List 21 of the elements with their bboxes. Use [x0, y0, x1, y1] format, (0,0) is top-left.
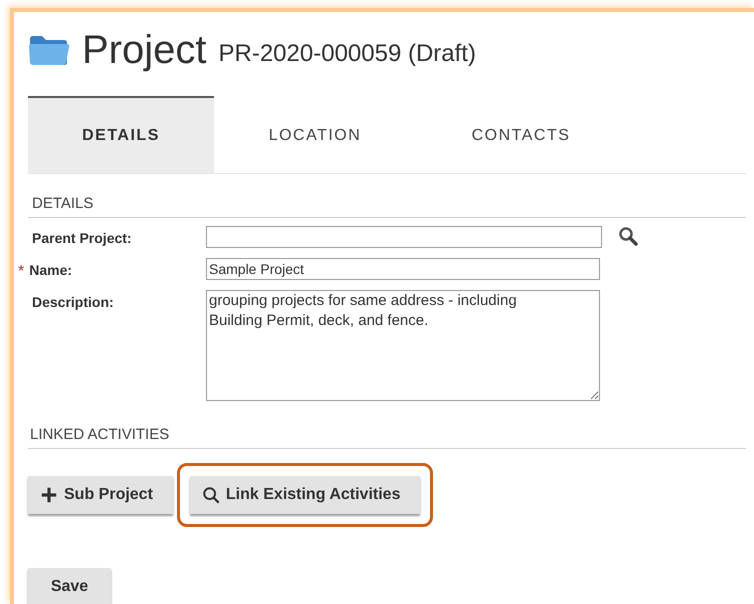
search-icon [202, 486, 220, 504]
tab[interactable]: LOCATION [214, 96, 416, 173]
page-title: Project [82, 30, 206, 70]
section-heading: DETAILS [31, 195, 94, 212]
record-number: PR-2020-000059 (Draft) [218, 42, 476, 66]
tab[interactable]: DETAILS [28, 96, 214, 173]
save-button[interactable]: Save [28, 568, 111, 604]
input-field[interactable] [206, 226, 602, 248]
field-label: Description: [31, 293, 114, 312]
folder-icon [28, 33, 70, 67]
tab[interactable]: CONTACTS [416, 96, 626, 173]
field-label: Parent Project: [31, 229, 132, 248]
input-field[interactable]: Sample Project [206, 258, 600, 280]
add-button[interactable]: Sub Project [28, 476, 173, 514]
required-mark: * [18, 264, 24, 280]
plus-icon [40, 486, 58, 504]
description-field[interactable]: grouping projects for same address - including Building Permit, deck, and fence. [206, 290, 600, 401]
search-icon[interactable] [618, 226, 638, 246]
field-label: Name: [28, 261, 72, 280]
section-heading: LINKED ACTIVITIES [29, 426, 170, 443]
link-button[interactable]: Link Existing Activities [190, 476, 420, 514]
